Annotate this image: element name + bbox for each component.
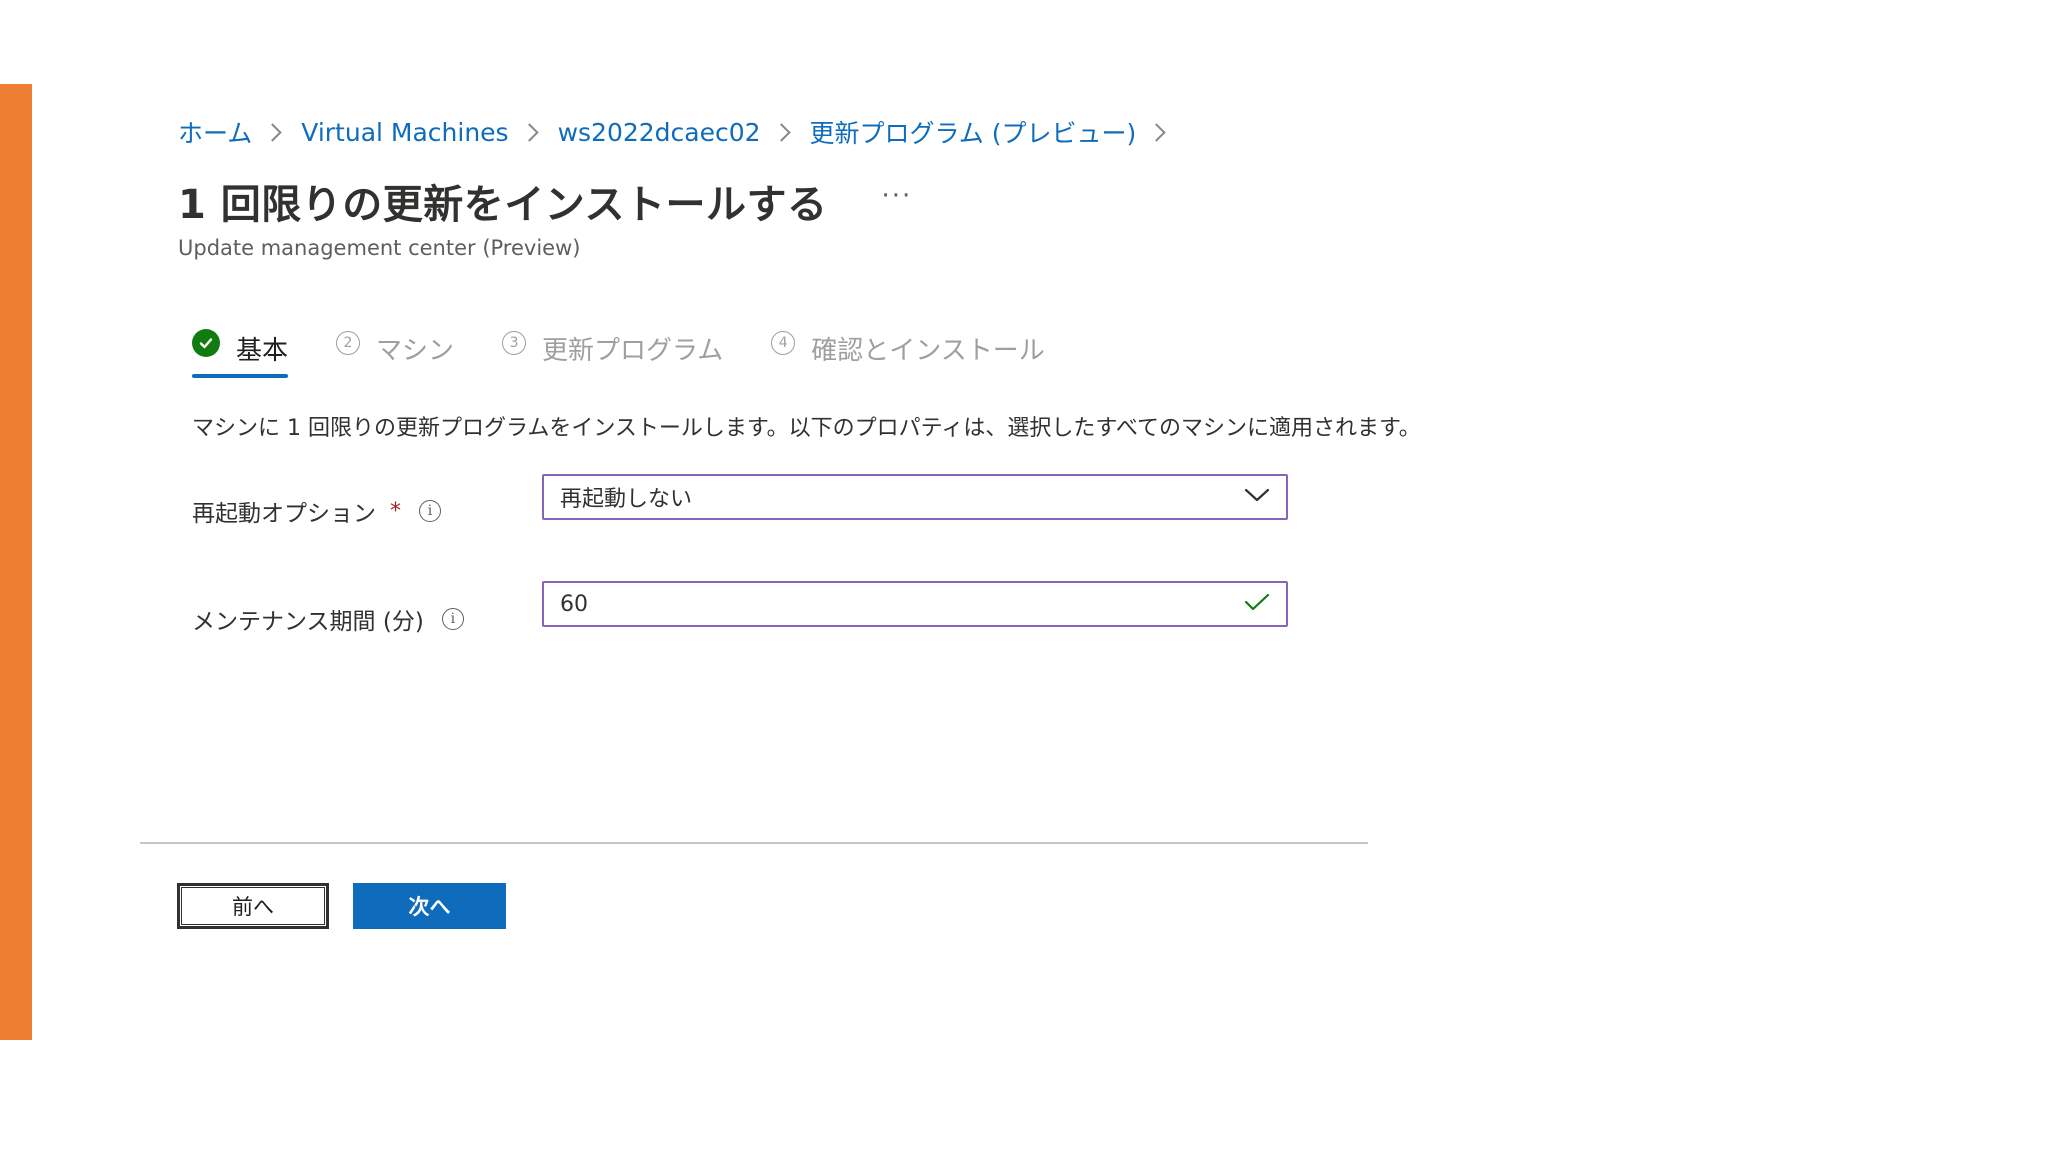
tab-machines[interactable]: 2 マシン: [336, 326, 454, 370]
tab-label: 基本: [236, 335, 289, 366]
maintenance-window-row: メンテナンス期間 (分) i: [192, 602, 464, 636]
maintenance-window-input[interactable]: 60: [542, 581, 1288, 627]
breadcrumb-item-updates[interactable]: 更新プログラム (プレビュー): [810, 114, 1137, 150]
chevron-right-icon: [263, 122, 282, 142]
step-number-icon: 2: [336, 331, 361, 355]
tab-label: マシン: [376, 335, 455, 366]
chevron-down-icon: [1244, 487, 1270, 507]
info-icon[interactable]: i: [419, 500, 441, 522]
required-indicator: *: [390, 498, 401, 524]
tab-label: 確認とインストール: [811, 335, 1045, 366]
chevron-right-icon: [1147, 122, 1166, 142]
description-text: マシンに 1 回限りの更新プログラムをインストールします。以下のプロパティは、選…: [192, 416, 1421, 441]
more-options-button[interactable]: ···: [875, 181, 918, 221]
chevron-right-icon: [771, 122, 791, 142]
footer-divider: [140, 842, 1368, 844]
tab-basics[interactable]: 基本: [192, 326, 289, 378]
page-title: 1 回限りの更新をインストールする: [178, 182, 828, 228]
page-subtitle: Update management center (Preview): [178, 236, 581, 260]
step-number-icon: 4: [771, 331, 796, 355]
next-button[interactable]: 次へ: [353, 883, 506, 929]
breadcrumb-item-home[interactable]: ホーム: [178, 114, 252, 150]
wizard-tabs: 基本 2 マシン 3 更新プログラム 4 確認とインストール: [192, 326, 1093, 378]
title-row: 1 回限りの更新をインストールする ···: [178, 172, 1378, 230]
reboot-option-label: 再起動オプション: [192, 501, 376, 527]
maintenance-window-label: メンテナンス期間 (分): [192, 609, 424, 635]
reboot-option-row: 再起動オプション * i: [192, 494, 441, 528]
header-area: ホーム Virtual Machines ws2022dcaec02 更新プログ…: [178, 110, 1378, 260]
checkmark-icon: [1244, 592, 1270, 616]
tab-label: 更新プログラム: [542, 335, 724, 366]
info-icon[interactable]: i: [441, 608, 464, 630]
tab-review-install[interactable]: 4 確認とインストール: [771, 326, 1045, 370]
accent-bar: [0, 84, 32, 1040]
tab-updates[interactable]: 3 更新プログラム: [502, 326, 723, 370]
chevron-right-icon: [519, 122, 539, 142]
maintenance-window-value: 60: [560, 591, 588, 617]
reboot-option-dropdown[interactable]: 再起動しない: [542, 474, 1288, 520]
breadcrumb: ホーム Virtual Machines ws2022dcaec02 更新プログ…: [178, 110, 1378, 154]
page: ホーム Virtual Machines ws2022dcaec02 更新プログ…: [0, 0, 2048, 1152]
breadcrumb-item-vm[interactable]: ws2022dcaec02: [558, 118, 761, 147]
checkmark-circle-icon: [192, 329, 220, 357]
previous-button[interactable]: 前へ: [177, 883, 329, 929]
reboot-option-value: 再起動しない: [560, 487, 693, 512]
breadcrumb-item-virtual-machines[interactable]: Virtual Machines: [301, 118, 508, 147]
step-number-icon: 3: [502, 331, 527, 355]
